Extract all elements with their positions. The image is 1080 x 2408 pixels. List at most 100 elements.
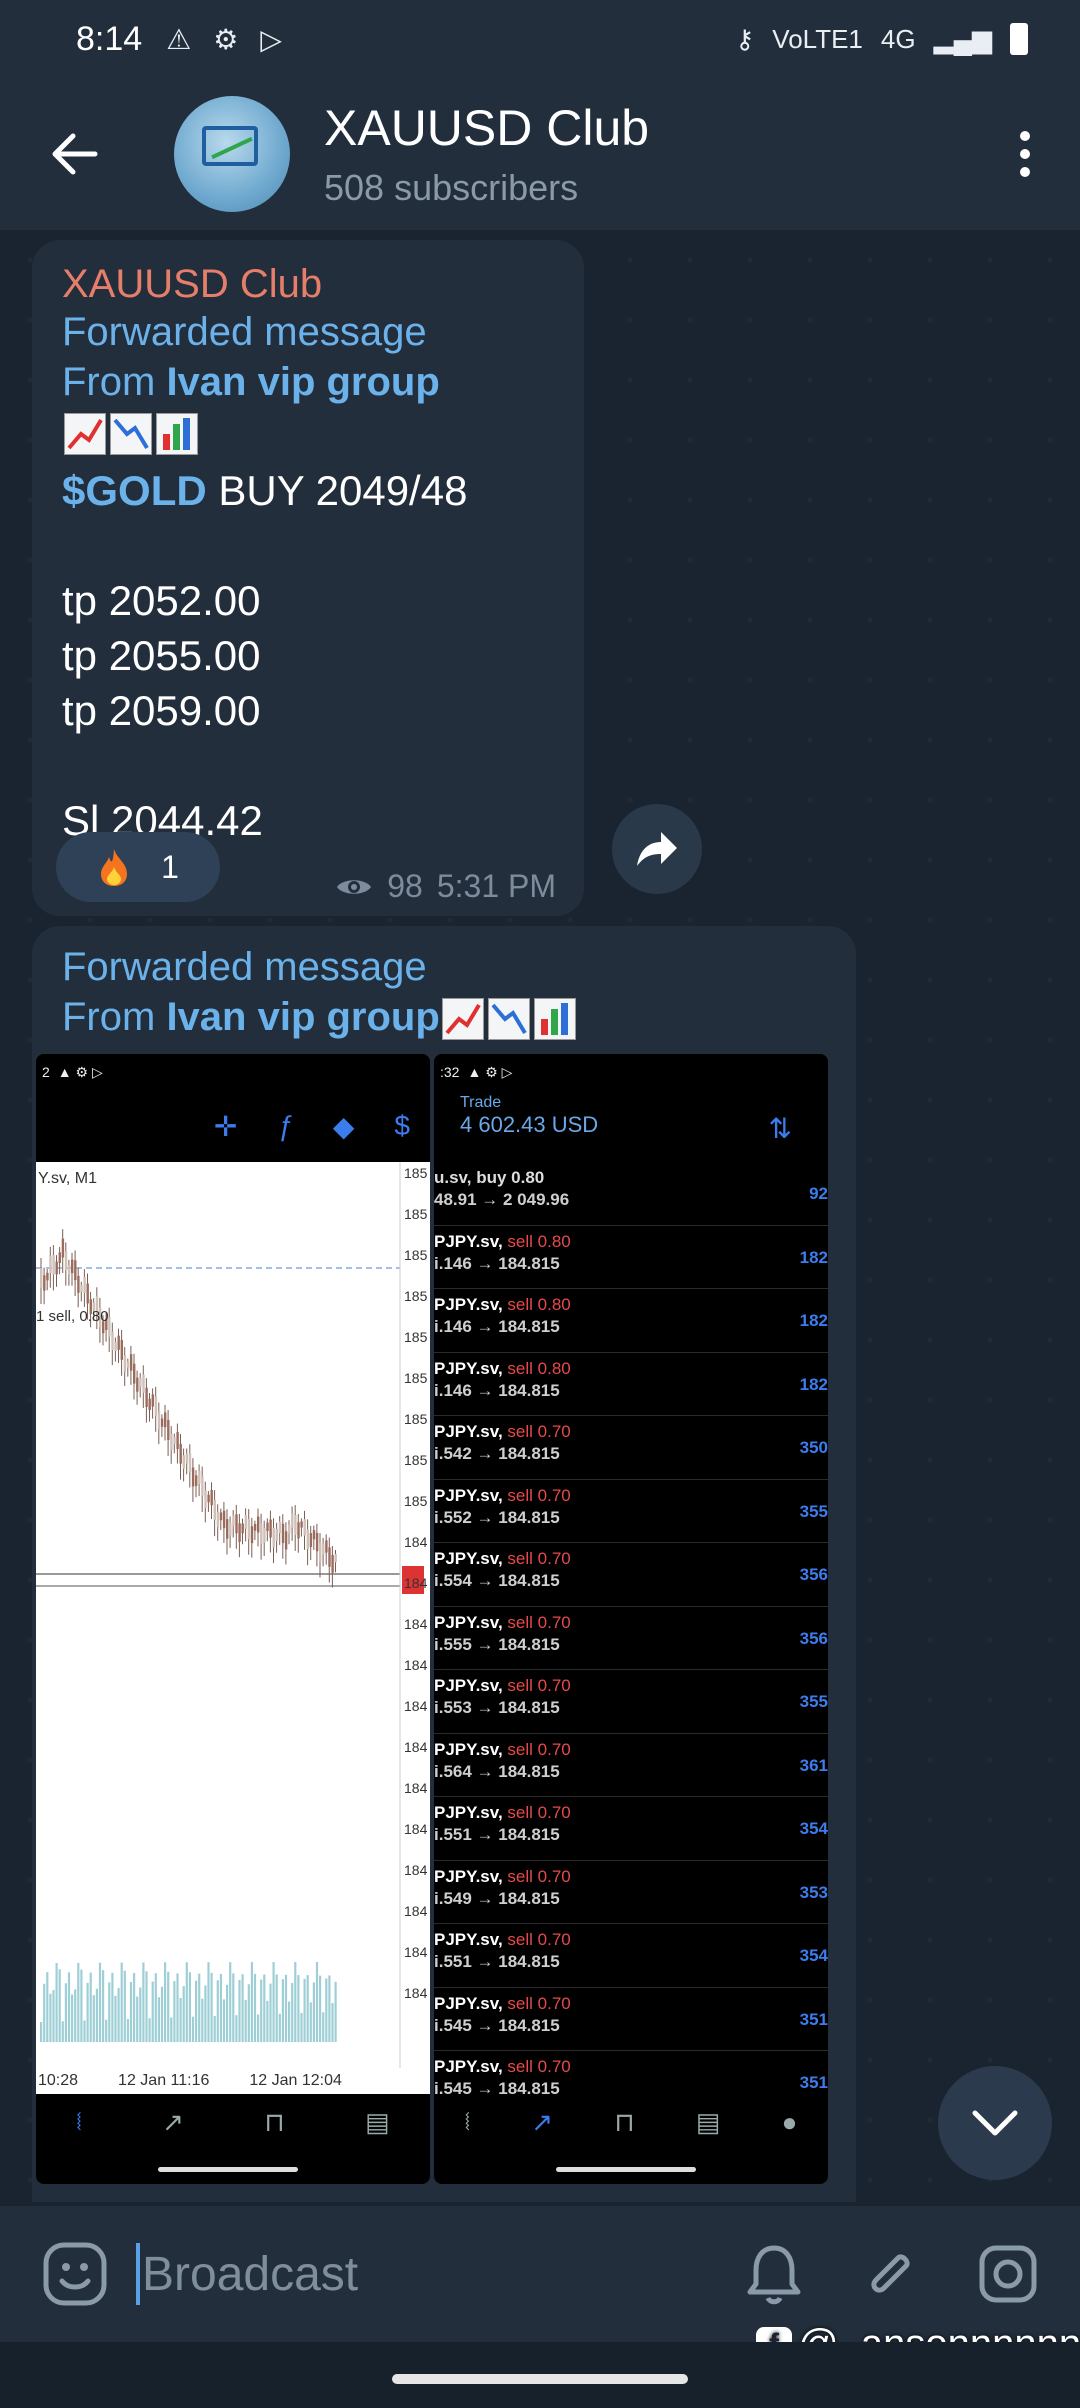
trade-prices: i.549 → 184.815: [434, 1888, 560, 1908]
trade-side: sell 0.70: [507, 1612, 571, 1632]
trade-prices: i.146 → 184.815: [434, 1253, 560, 1273]
trade-prices: i.554 → 184.815: [434, 1571, 560, 1590]
trade-prices: 48.91 → 2 049.96: [434, 1190, 570, 1209]
svg-text:185: 185: [404, 1288, 428, 1304]
trade-side: sell 0.80: [507, 1295, 571, 1314]
trade-side: sell 0.70: [507, 1485, 571, 1505]
trade-row: PJPY.sv, sell 0.70 i.554 → 184.815 356: [434, 1543, 828, 1607]
mt-bottom-nav: ⧙ ↗ ⊓ ▤: [36, 2094, 430, 2150]
trade-profit: 361: [799, 1755, 828, 1775]
bar-chart-emoji: [533, 998, 576, 1041]
message-text: $GOLD BUY 2049/48 tp 2052.00 tp 2055.00 …: [62, 463, 554, 848]
fire-emoji-icon: [101, 849, 128, 886]
message-bubble[interactable]: XAUUSD Club Forwarded message From Ivan …: [32, 240, 584, 916]
trend-icon: ↗: [531, 2106, 554, 2137]
trade-profit: 355: [799, 1692, 828, 1711]
reaction-chip[interactable]: 1: [56, 832, 220, 902]
trade-symbol: PJPY.sv,: [434, 1231, 508, 1251]
trade-side: sell 0.70: [507, 2057, 571, 2076]
chat-title: XAUUSD Club: [324, 100, 650, 156]
news-icon: ▤: [695, 2106, 721, 2137]
forward-source-name[interactable]: Ivan vip group: [166, 360, 439, 404]
trade-side: sell 0.70: [507, 1866, 571, 1886]
view-count: 98: [387, 868, 423, 904]
trade-row: PJPY.sv, sell 0.70 i.545 → 184.815 351: [434, 1988, 828, 2051]
trade-side: sell 0.70: [507, 1739, 571, 1759]
trade-side: sell 0.80: [507, 1231, 571, 1251]
trade-prices: i.553 → 184.815: [434, 1698, 560, 1717]
scroll-down-button[interactable]: [938, 2066, 1052, 2180]
trade-prices: i.555 → 184.815: [434, 1634, 560, 1654]
svg-text:185: 185: [404, 1493, 428, 1509]
trade-symbol: PJPY.sv,: [434, 1739, 508, 1759]
svg-text:184: 184: [404, 1780, 428, 1796]
bell-icon[interactable]: [744, 2242, 804, 2306]
home-indicator[interactable]: [392, 2374, 688, 2384]
take-profit-1: tp 2052.00: [62, 577, 261, 624]
trade-symbol: PJPY.sv,: [434, 1803, 508, 1822]
trade-symbol: PJPY.sv,: [434, 1485, 508, 1505]
candles-icon: ⧙: [76, 2106, 82, 2136]
forwarded-label: Forwarded message: [62, 310, 427, 354]
system-nav-bar: [0, 2342, 1080, 2408]
message-bubble-screenshots[interactable]: Forwarded message From Ivan vip group 2 ▲…: [32, 926, 856, 2202]
message-meta: 98 5:31 PM: [335, 868, 556, 905]
trade-side: sell 0.70: [507, 1549, 571, 1568]
crosshair-icon: ✛: [213, 1110, 238, 1142]
more-menu-button[interactable]: [970, 78, 1080, 230]
trade-list: u.sv, buy 0.80 48.91 → 2 049.96 92 PJPY.sv,…: [434, 1162, 828, 2115]
candles-icon: ⧙: [464, 2106, 471, 2136]
chart-toolbar: ✛ ƒ ◆ $: [36, 1090, 430, 1162]
sort-icon: ⇅: [768, 1113, 792, 1144]
broadcast-input[interactable]: Broadcast: [142, 2247, 358, 2302]
svg-text:184: 184: [404, 1985, 428, 2001]
dollar-icon: $: [394, 1110, 410, 1141]
trade-profit: 92: [809, 1184, 828, 1203]
forwarded-from[interactable]: From Ivan vip group: [62, 357, 554, 457]
views-eye-icon: [337, 879, 372, 894]
svg-text:184: 184: [404, 1944, 428, 1960]
trade-row: u.sv, buy 0.80 48.91 → 2 049.96 92: [434, 1162, 828, 1226]
network-type: 4G: [880, 23, 916, 54]
trade-prices: i.146 → 184.815: [434, 1317, 560, 1336]
svg-text:185: 185: [404, 1247, 428, 1263]
trade-prices: i.551 → 184.815: [434, 1952, 560, 1971]
trade-row: PJPY.sv, sell 0.80 i.146 → 184.815 182: [434, 1353, 828, 1416]
trade-symbol: PJPY.sv,: [434, 1676, 508, 1695]
svg-text:185: 185: [404, 1329, 428, 1345]
message-list[interactable]: XAUUSD Club Forwarded message From Ivan …: [0, 230, 1080, 2206]
forward-source-name[interactable]: Ivan vip group: [166, 995, 439, 1039]
attach-icon[interactable]: [860, 2242, 920, 2306]
function-icon: ƒ: [277, 1110, 293, 1141]
svg-text:184: 184: [404, 1739, 428, 1755]
time-axis: 10:28 12 Jan 11:16 12 Jan 12:04: [38, 2072, 342, 2089]
screenshot-chart[interactable]: 2 ▲ ⚙ ▷ ✛ ƒ ◆ $ 185 185 185 185 185 185 185 185 1…: [36, 1054, 430, 2184]
take-profit-2: tp 2055.00: [62, 632, 261, 679]
trade-profit: 354: [799, 1946, 828, 1965]
trade-prices: i.552 → 184.815: [434, 1507, 560, 1527]
chart-down-emoji: [110, 413, 152, 456]
price-chart: 185 185 185 185 185 185 185 185 185 184 184 184 184 1…: [36, 1162, 430, 2094]
camera-icon[interactable]: [976, 2242, 1040, 2306]
message-sender: XAUUSD Club: [62, 262, 323, 306]
forwarded-from[interactable]: From Ivan vip group: [62, 992, 826, 1042]
emoji-button[interactable]: [38, 2237, 112, 2311]
battery-icon: [1010, 23, 1028, 55]
settings-icon: ⚙: [213, 23, 239, 55]
screenshot-trades[interactable]: :32 ▲ ⚙ ▷ Trade 4 602.43 USD ⇅ u.sv, buy …: [434, 1054, 828, 2184]
trend-icon: ↗: [162, 2106, 184, 2137]
trade-profit: 356: [799, 1628, 828, 1648]
trade-profit: 354: [799, 1819, 828, 1838]
cashtag-link[interactable]: $GOLD: [62, 467, 207, 514]
share-button[interactable]: [612, 804, 702, 894]
back-button[interactable]: [0, 78, 150, 230]
chevron-down-icon: [972, 2110, 1018, 2136]
svg-text:185: 185: [404, 1370, 428, 1386]
trade-symbol: u.sv, buy 0.80: [434, 1168, 545, 1187]
volte-indicator: VoLTE1: [772, 23, 863, 54]
trade-symbol: PJPY.sv,: [434, 1993, 508, 2013]
svg-text:184: 184: [404, 1616, 428, 1632]
chat-info[interactable]: XAUUSD Club 508 subscribers: [324, 99, 649, 209]
channel-avatar[interactable]: [174, 96, 290, 212]
trade-row: PJPY.sv, sell 0.70 i.564 → 184.815 361: [434, 1734, 828, 1797]
